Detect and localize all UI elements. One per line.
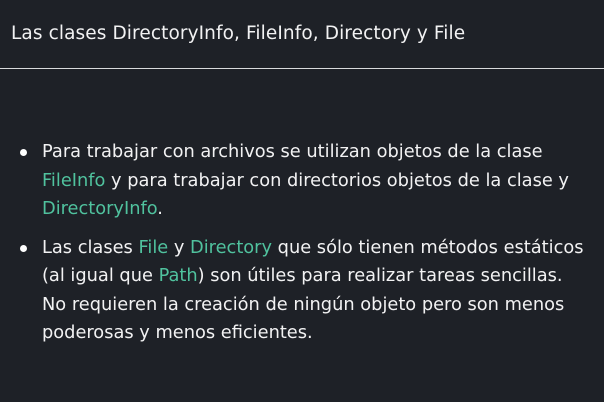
bullet-text: Las clases File y Directory que sólo tie… bbox=[42, 237, 584, 344]
bullet-item-file-directory: Las clases File y Directory que sólo tie… bbox=[18, 234, 588, 348]
text-segment: . bbox=[157, 198, 163, 219]
keyword-fileinfo: FileInfo bbox=[42, 169, 106, 191]
bullet-dot-icon bbox=[20, 244, 27, 252]
keyword-directory: Directory bbox=[190, 236, 272, 258]
bullet-dot-icon bbox=[20, 149, 27, 156]
slide-header: Las clases DirectoryInfo, FileInfo, Dire… bbox=[0, 0, 604, 69]
bullet-text: Para trabajar con archivos se utilizan o… bbox=[42, 141, 569, 219]
slide-title: Las clases DirectoryInfo, FileInfo, Dire… bbox=[11, 23, 466, 44]
keyword-directoryinfo: DirectoryInfo bbox=[42, 198, 158, 219]
bullet-list: Para trabajar con archivos se utilizan o… bbox=[18, 138, 588, 348]
bullet-item-fileinfo: Para trabajar con archivos se utilizan o… bbox=[18, 138, 588, 224]
keyword-file: File bbox=[138, 236, 169, 258]
text-segment: Las clases bbox=[42, 236, 139, 258]
keyword-path: Path bbox=[158, 265, 198, 286]
text-segment: y bbox=[168, 236, 191, 258]
text-segment: y para trabajar con directorios objetos … bbox=[105, 169, 569, 191]
text-segment: Para trabajar con archivos se utilizan o… bbox=[42, 141, 543, 162]
slide-content: Para trabajar con archivos se utilizan o… bbox=[18, 138, 588, 358]
